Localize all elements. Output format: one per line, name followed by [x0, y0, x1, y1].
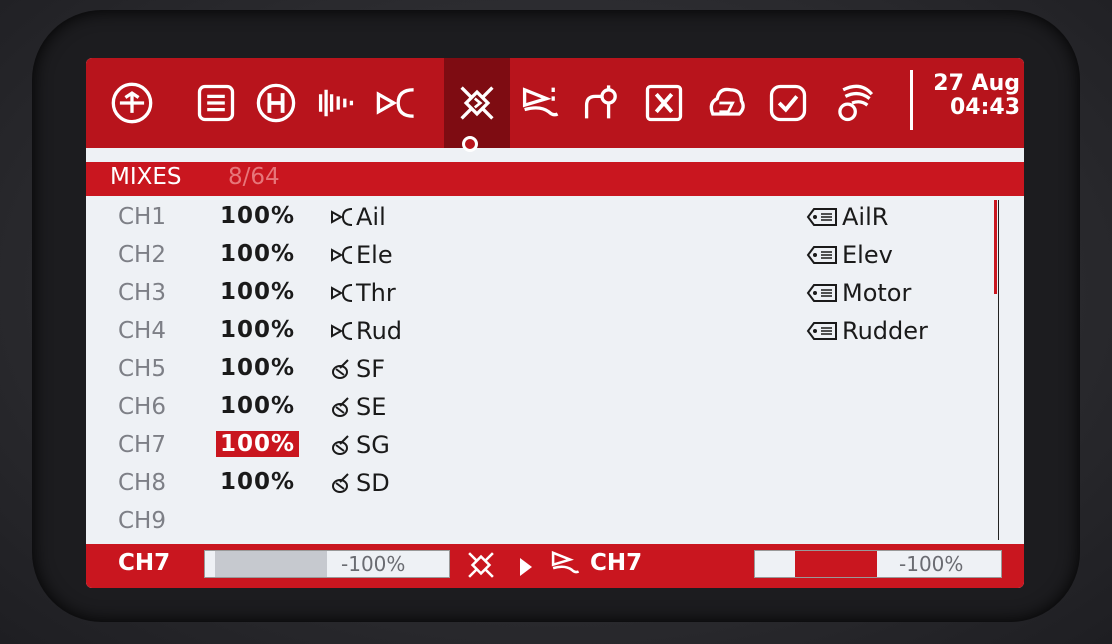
- mix-output-fill: [215, 551, 327, 577]
- special-functions-icon[interactable]: [762, 80, 814, 126]
- mix-weight[interactable]: 100%: [220, 203, 295, 229]
- mix-name-text: Elev: [842, 241, 893, 269]
- stick-icon: [330, 281, 356, 305]
- mix-weight[interactable]: 100%: [220, 279, 295, 305]
- mix-source[interactable]: Ail: [330, 203, 386, 231]
- tag-icon: [806, 283, 842, 303]
- mix-source[interactable]: SE: [330, 393, 386, 421]
- tag-icon: [806, 321, 842, 341]
- mix-weight[interactable]: 100%: [220, 317, 295, 343]
- mix-source[interactable]: SD: [330, 469, 390, 497]
- mix-row[interactable]: CH7 100% SG: [86, 428, 1024, 466]
- stick-icon: [330, 205, 356, 229]
- lcd-screen: 27 Aug 04:43 MIXES 8/64 CH1 100% Ail AilR CH…: [86, 58, 1024, 588]
- flight-modes-icon[interactable]: [310, 80, 362, 126]
- model-setup-icon[interactable]: [190, 80, 242, 126]
- outputs-icon[interactable]: [514, 80, 566, 126]
- channel-label: CH9: [118, 508, 166, 534]
- mix-name: Motor: [806, 279, 911, 307]
- switch-icon: [330, 471, 356, 495]
- scrollbar-track: [998, 200, 999, 540]
- mix-weight[interactable]: 100%: [216, 431, 300, 457]
- stick-icon: [330, 319, 356, 343]
- mix-name-text: Rudder: [842, 317, 928, 345]
- mix-source-text: SG: [356, 431, 390, 459]
- channel-label: CH2: [118, 242, 166, 268]
- outputs-small-icon: [548, 546, 582, 584]
- mix-source-text: Ele: [356, 241, 393, 269]
- mix-source[interactable]: Ele: [330, 241, 393, 269]
- mix-name: Rudder: [806, 317, 928, 345]
- channel-output-value: -100%: [899, 552, 964, 576]
- global-vars-icon[interactable]: [638, 80, 690, 126]
- channel-output-bar: -100%: [754, 550, 1002, 578]
- channel-label: CH3: [118, 280, 166, 306]
- mix-name-text: AilR: [842, 203, 889, 231]
- output-pill: CH7: [542, 546, 674, 584]
- mixes-small-icon: [464, 548, 498, 586]
- heli-icon[interactable]: [250, 80, 302, 126]
- tag-icon: [806, 207, 842, 227]
- mix-row[interactable]: CH2 100% Ele Elev: [86, 238, 1024, 276]
- mix-row[interactable]: CH5 100% SF: [86, 352, 1024, 390]
- mix-output-value: -100%: [341, 552, 406, 576]
- date-text: 27 Aug: [933, 71, 1020, 96]
- arrow-right-icon: [520, 558, 532, 576]
- channel-monitor-bar: CH7 -100% CH7 -100%: [86, 544, 1024, 588]
- mix-row[interactable]: CH3 100% Thr Motor: [86, 276, 1024, 314]
- mix-row[interactable]: CH8 100% SD: [86, 466, 1024, 504]
- stick-icon: [330, 243, 356, 267]
- logical-switches-icon[interactable]: [700, 80, 752, 126]
- mix-row[interactable]: CH9: [86, 504, 1024, 542]
- mixes-header: MIXES 8/64: [86, 162, 1024, 196]
- mix-weight[interactable]: 100%: [220, 241, 295, 267]
- mix-name: Elev: [806, 241, 893, 269]
- mix-source-text: Rud: [356, 317, 403, 345]
- page-title: MIXES: [110, 164, 182, 190]
- channel-label: CH1: [118, 204, 166, 230]
- page-indicator-dot: [462, 136, 478, 152]
- switch-icon: [330, 433, 356, 457]
- channel-label: CH4: [118, 318, 166, 344]
- channel-label: CH5: [118, 356, 166, 382]
- channel-label: CH7: [118, 432, 166, 458]
- channel-label: CH8: [118, 470, 166, 496]
- switch-icon: [330, 395, 356, 419]
- inputs-icon[interactable]: [370, 80, 422, 126]
- top-menu-bar: 27 Aug 04:43: [86, 58, 1024, 152]
- time-text: 04:43: [949, 95, 1020, 120]
- datetime: 27 Aug 04:43: [920, 72, 1020, 120]
- mix-source-text: Thr: [356, 279, 396, 307]
- mix-weight[interactable]: 100%: [220, 469, 295, 495]
- mix-source-text: SE: [356, 393, 387, 421]
- channel-label: CH6: [118, 394, 166, 420]
- mix-row[interactable]: CH6 100% SE: [86, 390, 1024, 428]
- mix-name: AilR: [806, 203, 888, 231]
- mix-count: 8/64: [228, 164, 280, 190]
- out-channel-label: CH7: [590, 550, 643, 576]
- mix-row[interactable]: CH1 100% Ail AilR: [86, 200, 1024, 238]
- mix-name-text: Motor: [842, 279, 912, 307]
- separator: [910, 70, 913, 130]
- curves-icon[interactable]: [576, 80, 628, 126]
- mix-weight[interactable]: 100%: [220, 355, 295, 381]
- mix-source-text: SD: [356, 469, 390, 497]
- mix-weight[interactable]: 100%: [220, 393, 295, 419]
- scrollbar[interactable]: [994, 200, 997, 294]
- mix-source[interactable]: Thr: [330, 279, 396, 307]
- mixes-icon[interactable]: [444, 58, 510, 148]
- mix-source[interactable]: SG: [330, 431, 390, 459]
- mix-source-text: Ail: [356, 203, 386, 231]
- mix-channel-label: CH7: [118, 550, 171, 576]
- mix-output-bar: -100%: [204, 550, 450, 578]
- mix-row[interactable]: CH4 100% Rud Rudder: [86, 314, 1024, 352]
- channel-output-fill: [795, 551, 877, 577]
- mix-source[interactable]: SF: [330, 355, 385, 383]
- telemetry-icon[interactable]: [826, 80, 878, 126]
- mix-source[interactable]: Rud: [330, 317, 402, 345]
- model-icon[interactable]: [106, 80, 158, 126]
- mix-source-text: SF: [356, 355, 386, 383]
- tag-icon: [806, 245, 842, 265]
- switch-icon: [330, 357, 356, 381]
